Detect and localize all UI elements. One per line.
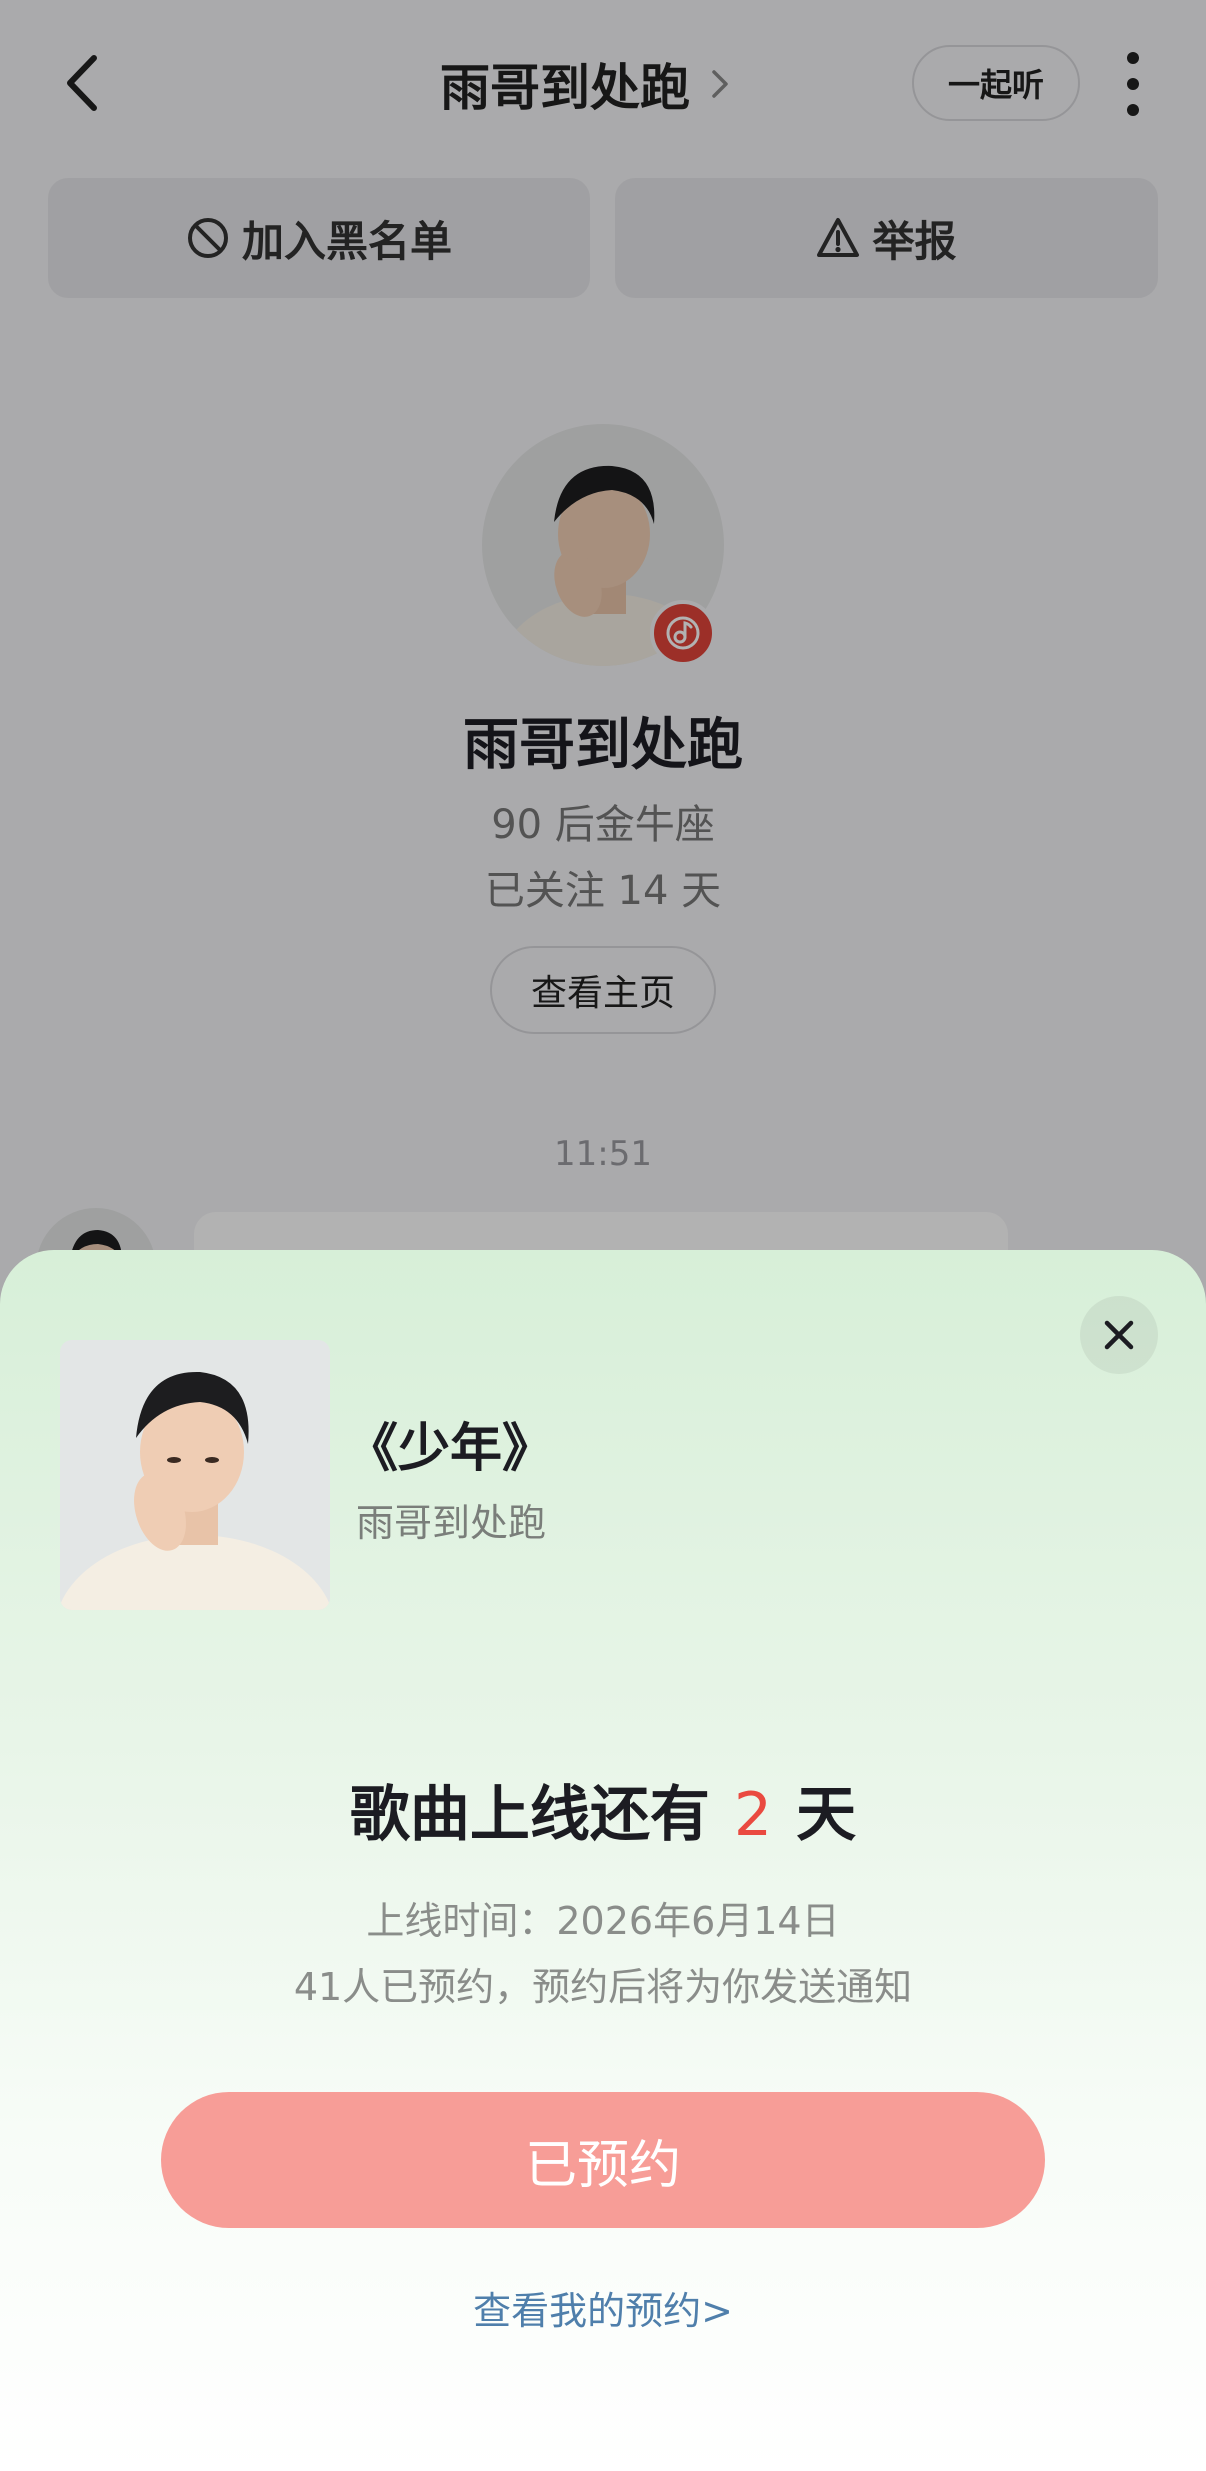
- reserved-button[interactable]: 已预约: [161, 2092, 1045, 2228]
- release-countdown: 歌曲上线还有 2 天: [0, 1766, 1206, 1853]
- close-button[interactable]: [1080, 1296, 1158, 1374]
- song-release-sheet: 《少年》 雨哥到处跑 歌曲上线还有 2 天 上线时间：2026年6月14日 41人已…: [0, 1250, 1206, 2471]
- cover-photo: [60, 1340, 330, 1610]
- song-title: 《少年》: [346, 1419, 555, 1479]
- close-icon: [1104, 1320, 1134, 1350]
- countdown-days: 2: [733, 1780, 773, 1850]
- reservation-info: 41人已预约，预约后将为你发送通知: [293, 1965, 913, 2009]
- countdown-suffix: 天: [796, 1780, 857, 1850]
- song-artist: 雨哥到处跑: [356, 1501, 547, 1545]
- release-date: 上线时间：2026年6月14日: [366, 1899, 840, 1943]
- my-reservations-link[interactable]: 查看我的预约>: [0, 2280, 1206, 2335]
- screen: 雨哥到处跑 一起听 加入黑名单 举报 雨哥到处跑 90 后金牛座 已关注 14 …: [0, 0, 1206, 2471]
- song-cover: [60, 1340, 330, 1610]
- countdown-prefix: 歌曲上线还有: [349, 1780, 710, 1850]
